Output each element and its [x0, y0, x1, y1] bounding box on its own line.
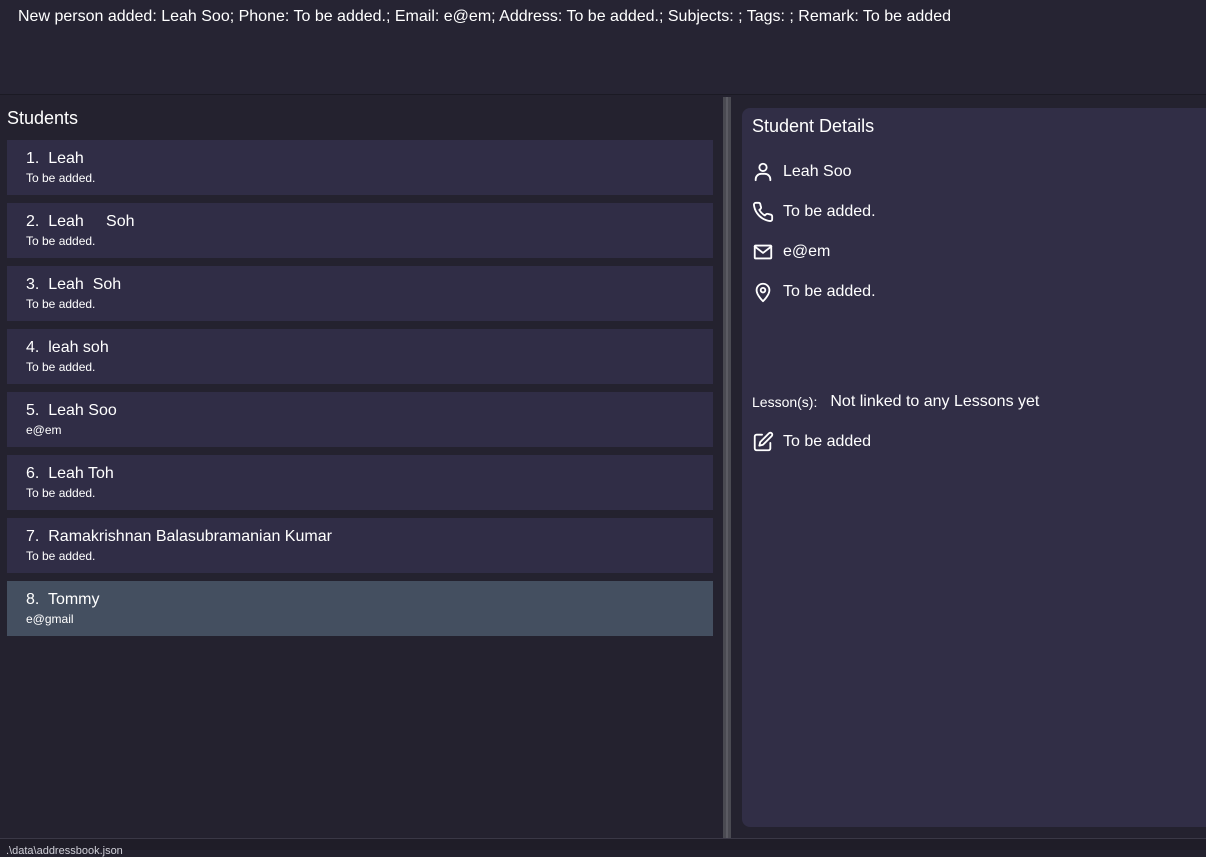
student-card-name: 6. Leah Toh: [26, 465, 114, 482]
student-card-subtitle: e@em: [26, 423, 62, 437]
student-card[interactable]: 5. Leah Soo e@em: [7, 392, 713, 447]
student-list-panel: Students 1. Leah To be added. 2. Leah Soh T…: [0, 96, 722, 838]
student-card[interactable]: 1. Leah To be added.: [7, 140, 713, 195]
detail-name-row: Leah Soo: [752, 160, 852, 184]
student-details-panel: Student Details Leah Soo To be added. e@…: [742, 108, 1206, 827]
student-card[interactable]: 7. Ramakrishnan Balasubramanian Kumar To …: [7, 518, 713, 573]
student-list[interactable]: 1. Leah To be added. 2. Leah Soh To be adde…: [7, 140, 713, 644]
student-card[interactable]: 2. Leah Soh To be added.: [7, 203, 713, 258]
student-card-name: 4. leah soh: [26, 339, 109, 356]
student-card-name: 5. Leah Soo: [26, 402, 117, 419]
student-card-name: 1. Leah: [26, 150, 84, 167]
detail-phone-row: To be added.: [752, 200, 876, 224]
detail-lessons-row: Lesson(s): Not linked to any Lessons yet: [752, 390, 1039, 414]
lessons-label: Lesson(s):: [752, 394, 818, 410]
student-card[interactable]: 6. Leah Toh To be added.: [7, 455, 713, 510]
student-card-subtitle: To be added.: [26, 297, 96, 311]
detail-address-row: To be added.: [752, 280, 876, 304]
lessons-value: Not linked to any Lessons yet: [830, 393, 1040, 410]
student-card-subtitle: To be added.: [26, 360, 96, 374]
person-icon: [752, 161, 774, 183]
student-card-name: 8. Tommy: [26, 591, 100, 608]
detail-phone: To be added.: [783, 203, 876, 220]
result-message: New person added: Leah Soo; Phone: To be…: [18, 8, 951, 25]
status-bar: .\data\addressbook.json: [0, 838, 1206, 857]
student-card-name: 2. Leah Soh: [26, 213, 135, 230]
student-card-name: 3. Leah Soh: [26, 276, 122, 293]
student-list-title: Students: [7, 108, 79, 128]
detail-email-row: e@em: [752, 240, 830, 264]
status-file-path: .\data\addressbook.json: [6, 845, 123, 857]
phone-icon: [752, 201, 774, 223]
student-card-subtitle: To be added.: [26, 486, 96, 500]
student-card[interactable]: 8. Tommy e@gmail: [7, 581, 713, 636]
student-card-subtitle: To be added.: [26, 171, 96, 185]
result-display: New person added: Leah Soo; Phone: To be…: [0, 0, 1206, 95]
student-card[interactable]: 3. Leah Soh To be added.: [7, 266, 713, 321]
student-card-subtitle: To be added.: [26, 549, 96, 563]
split-pane-divider[interactable]: [723, 97, 731, 838]
detail-remark-row: To be added: [752, 430, 871, 454]
details-title: Student Details: [752, 116, 875, 136]
detail-email: e@em: [783, 243, 831, 260]
divider-handle[interactable]: [726, 97, 728, 838]
detail-name: Leah Soo: [783, 163, 852, 180]
student-card-name: 7. Ramakrishnan Balasubramanian Kumar: [26, 528, 332, 545]
edit-icon: [752, 431, 774, 453]
student-card[interactable]: 4. leah soh To be added.: [7, 329, 713, 384]
student-card-subtitle: To be added.: [26, 234, 96, 248]
location-pin-icon: [752, 281, 774, 303]
detail-address: To be added.: [783, 283, 876, 300]
student-card-subtitle: e@gmail: [26, 612, 74, 626]
mail-icon: [752, 241, 774, 263]
detail-remark: To be added: [783, 433, 872, 450]
